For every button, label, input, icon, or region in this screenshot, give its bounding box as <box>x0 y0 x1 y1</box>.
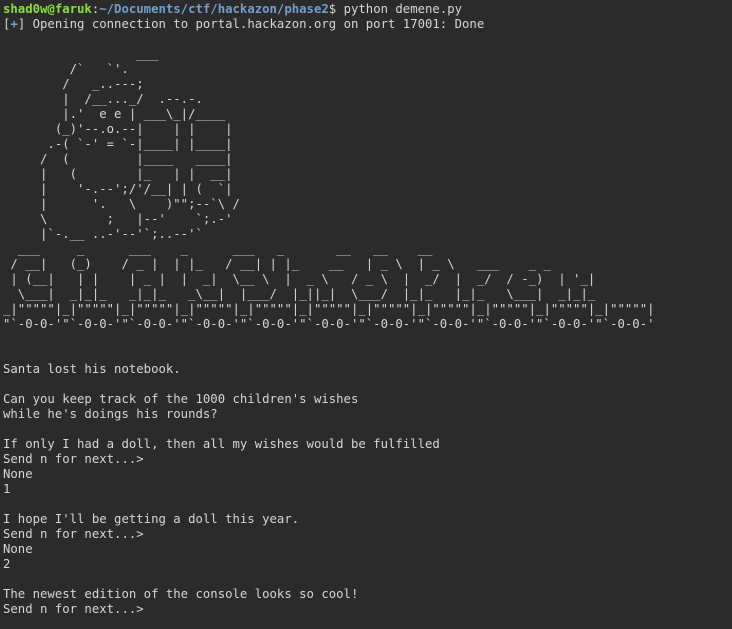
prompt-line: shad0w@faruk:~/Documents/ctf/hackazon/ph… <box>3 2 732 17</box>
santa-art-line: | ( |_ | | __| <box>3 167 233 181</box>
santa-art-line: |.' e e | ___\_|/____ <box>3 107 226 121</box>
output-line: while he's doings his rounds? <box>3 407 218 421</box>
output-line: 2 <box>3 557 11 571</box>
output-line: Send n for next...> <box>3 452 144 466</box>
santa-art-line: (_)'--.o.--| | | | <box>3 122 233 136</box>
output-line: 1 <box>3 482 11 496</box>
output-line: Send n for next...> <box>3 527 144 541</box>
program-output: Santa lost his notebook. Can you keep tra… <box>3 332 732 617</box>
output-line: If only I had a doll, then all my wishes… <box>3 437 440 451</box>
output-line: I hope I'll be getting a doll this year. <box>3 512 300 526</box>
output-line: Send n for next...> <box>3 602 144 616</box>
santa-art-line: /` `'. <box>3 62 144 76</box>
status-line: [+] Opening connection to portal.hackazo… <box>3 17 732 32</box>
banner-art-line: \___| _|_|_ _|_|_ _\__| |___/ |_||_| \__… <box>3 287 596 301</box>
santa-art-line: | '. \ )"";--`\ / <box>3 197 240 211</box>
status-plus: + <box>10 17 18 31</box>
prompt-command: python demene.py <box>336 2 463 16</box>
output-line: None <box>3 467 33 481</box>
santa-art-line: | '-.--';/'/__| | ( `| <box>3 182 233 196</box>
santa-art-line: ___ <box>3 47 159 61</box>
banner-art-line: _|"""""|_|"""""|_|"""""|_|"""""|_|"""""|… <box>3 302 655 316</box>
prompt-path: ~/Documents/ctf/hackazon/phase2 <box>99 2 329 16</box>
santa-art-line: \ ; |--' `;.-' <box>3 212 233 226</box>
santa-art-line: |`-.__ ..-'--'`;..--'` <box>3 227 203 241</box>
prompt-user-host: shad0w@faruk <box>3 2 92 16</box>
output-line: None <box>3 542 33 556</box>
santa-art-line: / ( |____ ____| <box>3 152 233 166</box>
santa-art-line: / _..---; <box>3 77 144 91</box>
status-text: Opening connection to portal.hackazon.or… <box>25 17 485 31</box>
output-line: Can you keep track of the 1000 children'… <box>3 392 359 406</box>
santa-art-line <box>3 32 732 47</box>
santa-art-line: .-( `-' = `-|____| |____| <box>3 137 233 151</box>
output-line: The newest edition of the console looks … <box>3 587 359 601</box>
banner-art-line: | (__| | | | _ | | _| \__ \ | _ \ / _ \ … <box>3 272 596 286</box>
santa-ascii-art: ___ /` `'. / _..---; | /__..._/ .--.-. |… <box>3 32 732 242</box>
output-line: Santa lost his notebook. <box>3 362 181 376</box>
banner-ascii-art: ___ _ ___ _ ___ _ __ __ __ / __| (_) / _… <box>3 242 732 332</box>
santa-art-line: | /__..._/ .--.-. <box>3 92 203 106</box>
banner-art-line: "`-0-0-'"`-0-0-'"`-0-0-'"`-0-0-'"`-0-0-'… <box>3 317 655 331</box>
terminal-window[interactable]: shad0w@faruk:~/Documents/ctf/hackazon/ph… <box>0 0 732 629</box>
banner-art-line: / __| (_) / _ | | |_ / __| | |_ __ | _ \… <box>3 257 551 271</box>
banner-art-line: ___ _ ___ _ ___ _ __ __ __ <box>3 242 433 256</box>
